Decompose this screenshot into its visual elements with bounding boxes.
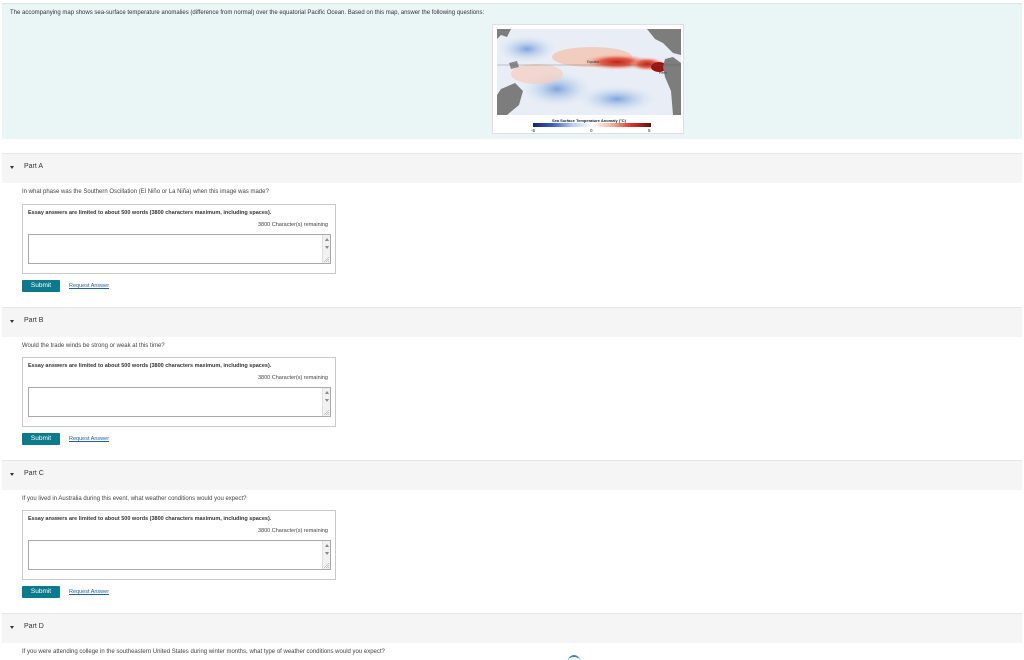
scroll-up-icon[interactable] xyxy=(325,238,329,241)
part-c-request-answer-link[interactable]: Request Answer xyxy=(69,589,109,595)
part-c-answer-textarea[interactable] xyxy=(28,540,331,570)
part-title: Part D xyxy=(24,623,44,630)
scroll-down-icon[interactable] xyxy=(325,552,329,555)
essay-limit-text: Essay answers are limited to about 500 w… xyxy=(28,516,272,522)
legend-min: -5 xyxy=(531,128,536,133)
part-b-question: Would the trade winds be strong or weak … xyxy=(22,343,165,349)
caret-down-icon[interactable] xyxy=(10,320,14,323)
part-a-answer-textarea[interactable] xyxy=(28,234,331,264)
scroll-down-icon[interactable] xyxy=(325,399,329,402)
part-d-question: If you were attending college in the sou… xyxy=(22,649,385,655)
part-c-essay: Essay answers are limited to about 500 w… xyxy=(22,510,336,580)
textarea-scrollbar[interactable] xyxy=(322,541,330,569)
loading-arc-icon xyxy=(568,655,580,660)
resize-grip-icon[interactable] xyxy=(324,563,329,568)
caret-down-icon[interactable] xyxy=(10,166,14,169)
intro-text: The accompanying map shows sea-surface t… xyxy=(10,10,485,16)
part-b-essay: Essay answers are limited to about 500 w… xyxy=(22,357,336,427)
part-a-header[interactable]: Part A xyxy=(2,153,1022,183)
characters-remaining: 3800 Character(s) remaining xyxy=(257,528,328,534)
textarea-scrollbar[interactable] xyxy=(322,235,330,263)
part-a-question: In what phase was the Southern Oscillati… xyxy=(22,189,269,195)
scroll-up-icon[interactable] xyxy=(325,544,329,547)
part-d-header[interactable]: Part D xyxy=(2,613,1022,643)
part-title: Part C xyxy=(24,470,44,477)
resize-grip-icon[interactable] xyxy=(324,410,329,415)
legend-max: 5 xyxy=(648,128,651,133)
essay-limit-text: Essay answers are limited to about 500 w… xyxy=(28,210,272,216)
legend-colorbar xyxy=(533,123,651,127)
sst-anomaly-map: Equator Peru Sea Surface Temperature Ano… xyxy=(492,24,684,134)
part-b-request-answer-link[interactable]: Request Answer xyxy=(69,436,109,442)
caret-down-icon[interactable] xyxy=(10,626,14,629)
peru-label: Peru xyxy=(659,71,666,75)
legend-mid: 0 xyxy=(590,128,593,133)
intro-panel: The accompanying map shows sea-surface t… xyxy=(2,3,1022,139)
part-a-submit-button[interactable]: Submit xyxy=(22,280,60,292)
part-b-header[interactable]: Part B xyxy=(2,307,1022,337)
part-a-essay: Essay answers are limited to about 500 w… xyxy=(22,204,336,274)
map-image: Equator Peru xyxy=(497,29,681,115)
part-title: Part A xyxy=(24,163,44,170)
scroll-down-icon[interactable] xyxy=(325,246,329,249)
part-b-answer-textarea[interactable] xyxy=(28,387,331,417)
characters-remaining: 3800 Character(s) remaining xyxy=(257,375,328,381)
part-a-request-answer-link[interactable]: Request Answer xyxy=(69,283,109,289)
scroll-up-icon[interactable] xyxy=(325,391,329,394)
characters-remaining: 3800 Character(s) remaining xyxy=(257,222,328,228)
part-c-submit-button[interactable]: Submit xyxy=(22,586,60,598)
essay-limit-text: Essay answers are limited to about 500 w… xyxy=(28,363,272,369)
equator-label: Equator xyxy=(587,60,600,64)
caret-down-icon[interactable] xyxy=(10,473,14,476)
textarea-scrollbar[interactable] xyxy=(322,388,330,416)
part-c-header[interactable]: Part C xyxy=(2,460,1022,490)
part-c-question: If you lived in Australia during this ev… xyxy=(22,496,247,502)
part-b-submit-button[interactable]: Submit xyxy=(22,433,60,445)
part-title: Part B xyxy=(24,317,44,324)
resize-grip-icon[interactable] xyxy=(324,257,329,262)
